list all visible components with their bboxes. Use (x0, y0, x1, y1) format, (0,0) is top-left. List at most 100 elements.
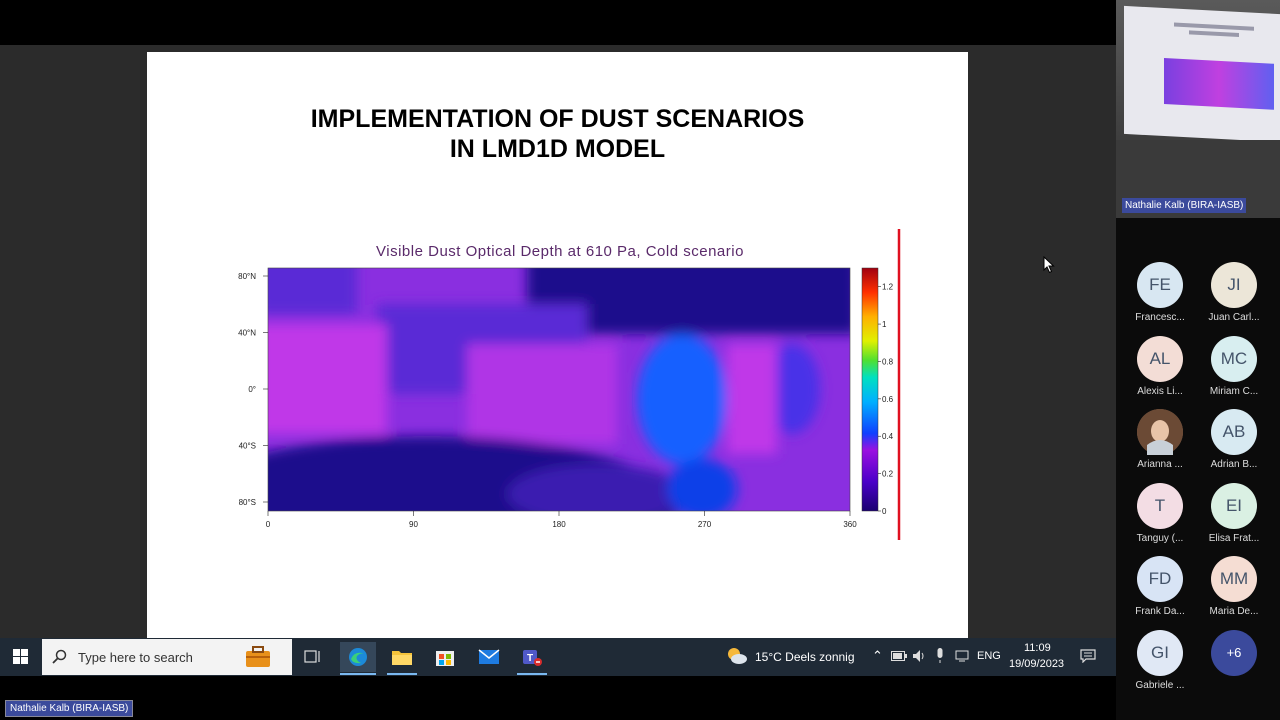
x-tick-label: 270 (698, 520, 712, 529)
avatar: MC (1211, 335, 1257, 382)
participant-name: Francesc... (1135, 312, 1185, 323)
y-tick-label: 80°N (238, 272, 256, 281)
windows-taskbar: Type here to search T 15°C Deels zonnig … (0, 638, 1116, 676)
participant-tile[interactable]: T Tanguy (... (1120, 482, 1200, 544)
projected-slide-title (1189, 30, 1239, 37)
slide-title: IMPLEMENTATION OF DUST SCENARIOS IN LMD1… (147, 104, 968, 164)
x-tick-label: 90 (409, 520, 418, 529)
shared-screen: IMPLEMENTATION OF DUST SCENARIOS IN LMD1… (0, 0, 1116, 720)
colorbar-tick-label: 0.2 (882, 470, 894, 479)
notification-icon[interactable] (1080, 649, 1096, 663)
projected-screen (1124, 5, 1280, 143)
taskbar-active-indicator (387, 673, 417, 675)
participant-tile[interactable]: EI Elisa Frat... (1194, 482, 1274, 544)
more-participants-button[interactable]: +6 (1194, 629, 1274, 676)
windows-start-icon[interactable] (6, 642, 36, 672)
y-tick-label: 80°S (239, 498, 256, 507)
presenter-name-label: Nathalie Kalb (BIRA-IASB) (5, 700, 134, 717)
colorbar (861, 267, 879, 512)
clock-date[interactable]: 19/09/2023 (1009, 658, 1064, 670)
volume-icon[interactable] (912, 649, 926, 663)
participant-name: Alexis Li... (1137, 385, 1183, 397)
avatar: T (1137, 482, 1183, 529)
taskbar-active-indicator (517, 673, 547, 675)
avatar (1137, 409, 1183, 455)
briefcase-icon (246, 646, 270, 667)
chevron-up-icon[interactable]: ⌃ (872, 648, 883, 664)
avatar: JI (1211, 262, 1257, 308)
mouse-cursor-icon (1043, 256, 1055, 274)
participant-tile[interactable]: JI Juan Carl... (1194, 262, 1274, 323)
region-west-bright (268, 324, 387, 434)
colorbar-tick-label: 1.2 (882, 283, 894, 292)
participant-name: Tanguy (... (1136, 532, 1184, 544)
participant-tile[interactable]: MC Miriam C... (1194, 335, 1274, 397)
participant-tile[interactable]: FE Francesc... (1120, 262, 1200, 323)
participant-tile[interactable]: MM Maria De... (1194, 556, 1274, 617)
microsoft-store-icon[interactable] (430, 642, 460, 672)
microphone-icon[interactable] (935, 648, 945, 664)
presentation-slide: IMPLEMENTATION OF DUST SCENARIOS IN LMD1… (147, 52, 968, 638)
avatar: GI (1137, 629, 1183, 676)
task-view-icon[interactable] (298, 642, 328, 672)
video-tile-label: Nathalie Kalb (BIRA-IASB) (1122, 198, 1247, 213)
participant-tile[interactable]: AL Alexis Li... (1120, 335, 1200, 397)
slide-title-line-2: IN LMD1D MODEL (449, 135, 666, 163)
colorbar-tick-label: 0.6 (882, 395, 894, 404)
colorbar-tick-label: 0.4 (882, 432, 894, 441)
x-axis: 0 90 180 270 360 (266, 511, 857, 529)
avatar: +6 (1211, 629, 1257, 676)
participant-tile[interactable]: FD Frank Da... (1120, 556, 1200, 617)
edge-browser-icon[interactable] (340, 642, 376, 672)
language-indicator[interactable]: ENG (977, 650, 1001, 662)
participant-name: Elisa Frat... (1208, 532, 1260, 544)
projected-slide-title (1174, 22, 1254, 31)
clock-time[interactable]: 11:09 (1024, 642, 1051, 654)
participant-tile[interactable]: GI Gabriele ... (1120, 629, 1200, 691)
colorbar-tick-label: 0 (882, 507, 887, 516)
teams-icon[interactable]: T (517, 642, 547, 672)
participants-panel: Nathalie Kalb (BIRA-IASB) FE Francesc... J… (1116, 0, 1280, 720)
presenter-video-tile[interactable]: Nathalie Kalb (BIRA-IASB) (1116, 0, 1280, 218)
weather-text[interactable]: 15°C Deels zonnig (755, 650, 855, 664)
network-icon[interactable] (955, 649, 969, 663)
avatar: FD (1137, 556, 1183, 602)
search-placeholder: Type here to search (78, 649, 193, 665)
colorbar-tick-label: 0.8 (882, 357, 894, 366)
participant-tile[interactable]: AB Adrian B... (1194, 409, 1274, 470)
taskbar-search-box[interactable]: Type here to search (42, 639, 292, 675)
weather-icon[interactable] (726, 646, 748, 666)
meeting-window: IMPLEMENTATION OF DUST SCENARIOS IN LMD1… (0, 0, 1280, 720)
participant-name: Frank Da... (1135, 606, 1185, 617)
chart-title: Visible Dust Optical Depth at 610 Pa, Co… (376, 243, 744, 260)
colorbar-tick-label: 1 (882, 320, 887, 329)
participant-tile[interactable]: Arianna ... (1120, 409, 1200, 470)
y-tick-label: 40°N (238, 329, 256, 338)
y-tick-label: 0° (248, 385, 256, 394)
participant-name: Miriam C... (1209, 385, 1259, 397)
avatar: FE (1137, 262, 1183, 308)
search-icon (52, 649, 67, 664)
region-blue-south (667, 459, 737, 511)
avatar: EI (1211, 482, 1257, 529)
mail-icon[interactable] (474, 642, 504, 672)
region-blue-core (637, 334, 727, 464)
battery-icon[interactable] (891, 651, 907, 661)
colorbar-ticks: 1.2 1 0.8 0.6 0.4 0.2 0 (878, 283, 894, 516)
taskbar-active-indicator (340, 673, 376, 675)
y-tick-label: 40°S (239, 442, 256, 451)
file-explorer-icon[interactable] (387, 642, 417, 672)
avatar: AB (1211, 409, 1257, 455)
region-center-bright (467, 344, 617, 444)
x-tick-label: 180 (552, 520, 566, 529)
heatmap-field (268, 268, 850, 511)
participant-name: Arianna ... (1137, 459, 1183, 470)
avatar: MM (1211, 556, 1257, 602)
avatar: AL (1137, 335, 1183, 382)
svg-text:T: T (527, 653, 533, 664)
x-tick-label: 360 (843, 520, 857, 529)
region-north-west (268, 268, 357, 314)
y-axis: 80°N 40°N 0° 40°S 80°S (238, 272, 268, 507)
region-south-mid (507, 464, 687, 511)
participant-name: Gabriele ... (1135, 679, 1185, 691)
